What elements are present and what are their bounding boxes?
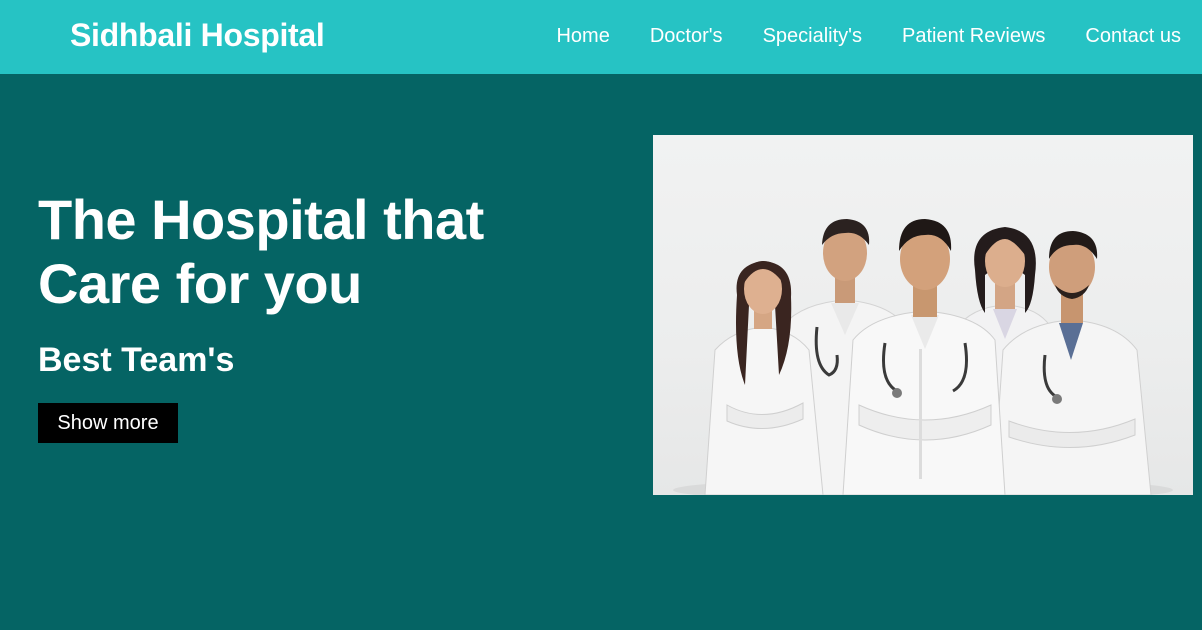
hero-title: The Hospital that Care for you	[38, 188, 484, 315]
nav-link-contact-us[interactable]: Contact us	[1085, 24, 1181, 48]
doctor-figure	[704, 261, 824, 495]
nav-link-specialities[interactable]: Speciality's	[763, 24, 862, 48]
top-navbar: Sidhbali Hospital Home Doctor's Speciali…	[0, 0, 1202, 74]
nav-link-home[interactable]: Home	[556, 24, 609, 48]
nav-link-patient-reviews[interactable]: Patient Reviews	[902, 24, 1045, 48]
site-logo-text[interactable]: Sidhbali Hospital	[70, 16, 325, 54]
nav-link-doctors[interactable]: Doctor's	[650, 24, 723, 48]
show-more-button[interactable]: Show more	[38, 403, 178, 443]
hero-subtitle: Best Team's	[38, 341, 235, 379]
main-nav: Home Doctor's Speciality's Patient Revie…	[556, 24, 1181, 48]
doctors-team-photo	[653, 135, 1193, 495]
doctors-illustration	[673, 219, 1173, 495]
